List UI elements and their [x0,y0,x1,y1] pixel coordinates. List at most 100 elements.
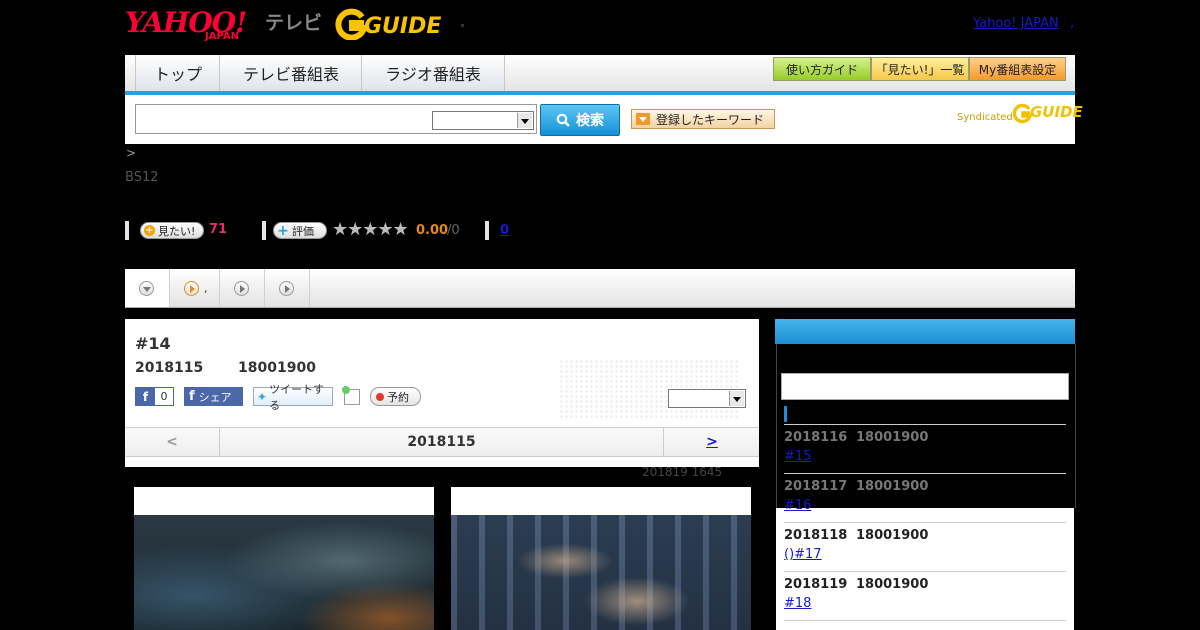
want-label: 見たい! [158,224,196,238]
play-circle-icon [184,280,199,296]
sidebar-item-date: 2018118 [784,528,848,543]
previous-episode: < [125,428,220,456]
sidebar-header [775,319,1075,344]
search-icon [556,113,570,127]
chevron-down-icon [729,391,744,406]
rating-stars: ★★★★★ [332,219,409,240]
sidebar-divider [784,571,1066,572]
header-comma: , [1070,16,1075,31]
yahoo-japan-logo[interactable]: YAHOO! JAPAN [125,6,263,42]
sidebar-item-time: 18001900 [856,528,929,543]
dropdown-arrow-icon [636,113,650,125]
sidebar-item-date: 2018116 [784,430,848,445]
facebook-share-label: シェア [198,390,232,404]
rate-label: 評価 [292,224,314,238]
next-episode-link[interactable]: > [663,428,760,456]
reserve-label: 予約 [387,390,409,404]
tab-radio-listings[interactable]: ラジオ番組表 [361,55,505,91]
stats-divider [125,221,129,240]
sidebar-divider [784,424,1066,425]
sidebar-item-date: 2018117 [784,479,848,494]
plus-icon: + [144,225,155,236]
sidebar-item-date: 2018119 [784,577,848,592]
search-button-label: 検索 [576,113,604,129]
sidebar-item-time: 18001900 [856,430,929,445]
plus-icon: + [277,222,289,239]
prison-scene-image [451,515,751,630]
guide-button[interactable]: 使い方ガイド [773,57,871,81]
japan-logo-text: JAPAN [205,31,239,42]
tv-logo-text[interactable]: テレビ [265,8,322,35]
subtab-2[interactable]: , [170,269,220,307]
saved-keywords-button[interactable]: 登録したキーワード [631,109,775,129]
twitter-bird-icon: ✦ [257,389,268,404]
tweet-button[interactable]: ✦ ツイートする [253,383,333,412]
main-navigation: トップ テレビ番組表 ラジオ番組表 使い方ガイド 「見たい!」一覧 My番組表設… [125,55,1075,95]
episode-time: 18001900 [238,360,316,376]
program-detail-panel: #14 2018115 18001900 f 0 f シェア ✦ ツイートする … [125,319,759,467]
header-divider-dot [461,24,464,27]
sidebar-item-time: 18001900 [856,479,929,494]
program-image-2[interactable] [451,487,751,630]
play-circle-icon [234,280,249,296]
facebook-like-button[interactable]: f 0 [135,387,174,406]
facebook-share-button[interactable]: f シェア [184,387,243,406]
battle-scene-image [134,515,434,630]
episode-navigation: < 2018115 > [125,427,759,457]
stats-divider [485,221,489,240]
sidebar-item-title[interactable]: #15 [784,449,811,464]
subtab-3[interactable] [220,269,265,307]
sidebar-item-title[interactable]: #18 [784,596,811,611]
chevron-down-icon [517,113,532,128]
reserve-button[interactable]: 予約 [370,387,421,406]
want-list-button[interactable]: 「見たい!」一覧 [871,57,969,81]
program-image-1[interactable] [134,487,434,630]
sidebar-item-title[interactable]: ()#17 [784,547,822,562]
play-circle-icon [279,280,294,296]
sidebar-divider [784,522,1066,523]
program-subtabs: , [125,269,1075,308]
episode-title: #14 [135,334,171,353]
rate-button[interactable]: + 評価 [273,222,327,239]
tab-top[interactable]: トップ [135,55,220,91]
search-category-select[interactable] [432,111,534,130]
stats-divider [262,221,266,240]
sidebar-item-time: 18001900 [856,577,929,592]
saved-keywords-label: 登録したキーワード [656,112,765,127]
record-dot-icon [376,392,384,401]
channel-name: BS12 [125,170,159,185]
rating-value: 0.00 [416,223,449,238]
syndicated-guide-logo: GUIDE [1030,103,1083,121]
want-button[interactable]: + 見たい! [140,222,204,239]
yahoo-japan-link[interactable]: Yahoo! JAPAN [973,16,1059,31]
episode-date: 2018115 [135,360,204,376]
tab-tv-listings[interactable]: テレビ番組表 [219,55,362,91]
search-bar: 検索 登録したキーワード Syndicated GUIDE [125,95,1083,144]
breadcrumb[interactable]: > [126,146,136,160]
sidebar-divider [784,473,1066,474]
sidebar-list-background [776,508,1074,630]
sidebar-item-title[interactable]: #16 [784,498,811,513]
sidebar-search-field[interactable] [781,373,1069,400]
comment-count-link[interactable]: 0 [500,223,509,238]
facebook-icon: f [189,389,195,404]
gguide-g-icon [335,8,368,40]
want-count: 71 [209,222,228,237]
subtab-4[interactable] [265,269,310,307]
add-calendar-icon[interactable] [342,386,360,405]
gguide-logo-text: GUIDE [364,14,442,39]
search-button[interactable]: 検索 [540,104,620,136]
facebook-like-count: 0 [160,390,168,403]
facebook-icon: f [136,388,155,405]
device-select[interactable] [668,389,746,408]
rating-total: /0 [447,223,460,238]
sidebar-section-marker [784,406,787,422]
last-updated: 201819 1645 [642,465,723,479]
current-episode-date: 2018115 [407,434,476,450]
subtab-1[interactable] [125,269,170,307]
sidebar-divider [784,620,1066,621]
subtab-label: , [204,281,208,295]
syndicated-label: Syndicated [957,112,1013,123]
gguide-logo[interactable]: GUIDE [334,8,441,40]
my-listings-settings-button[interactable]: My番組表設定 [969,57,1066,81]
